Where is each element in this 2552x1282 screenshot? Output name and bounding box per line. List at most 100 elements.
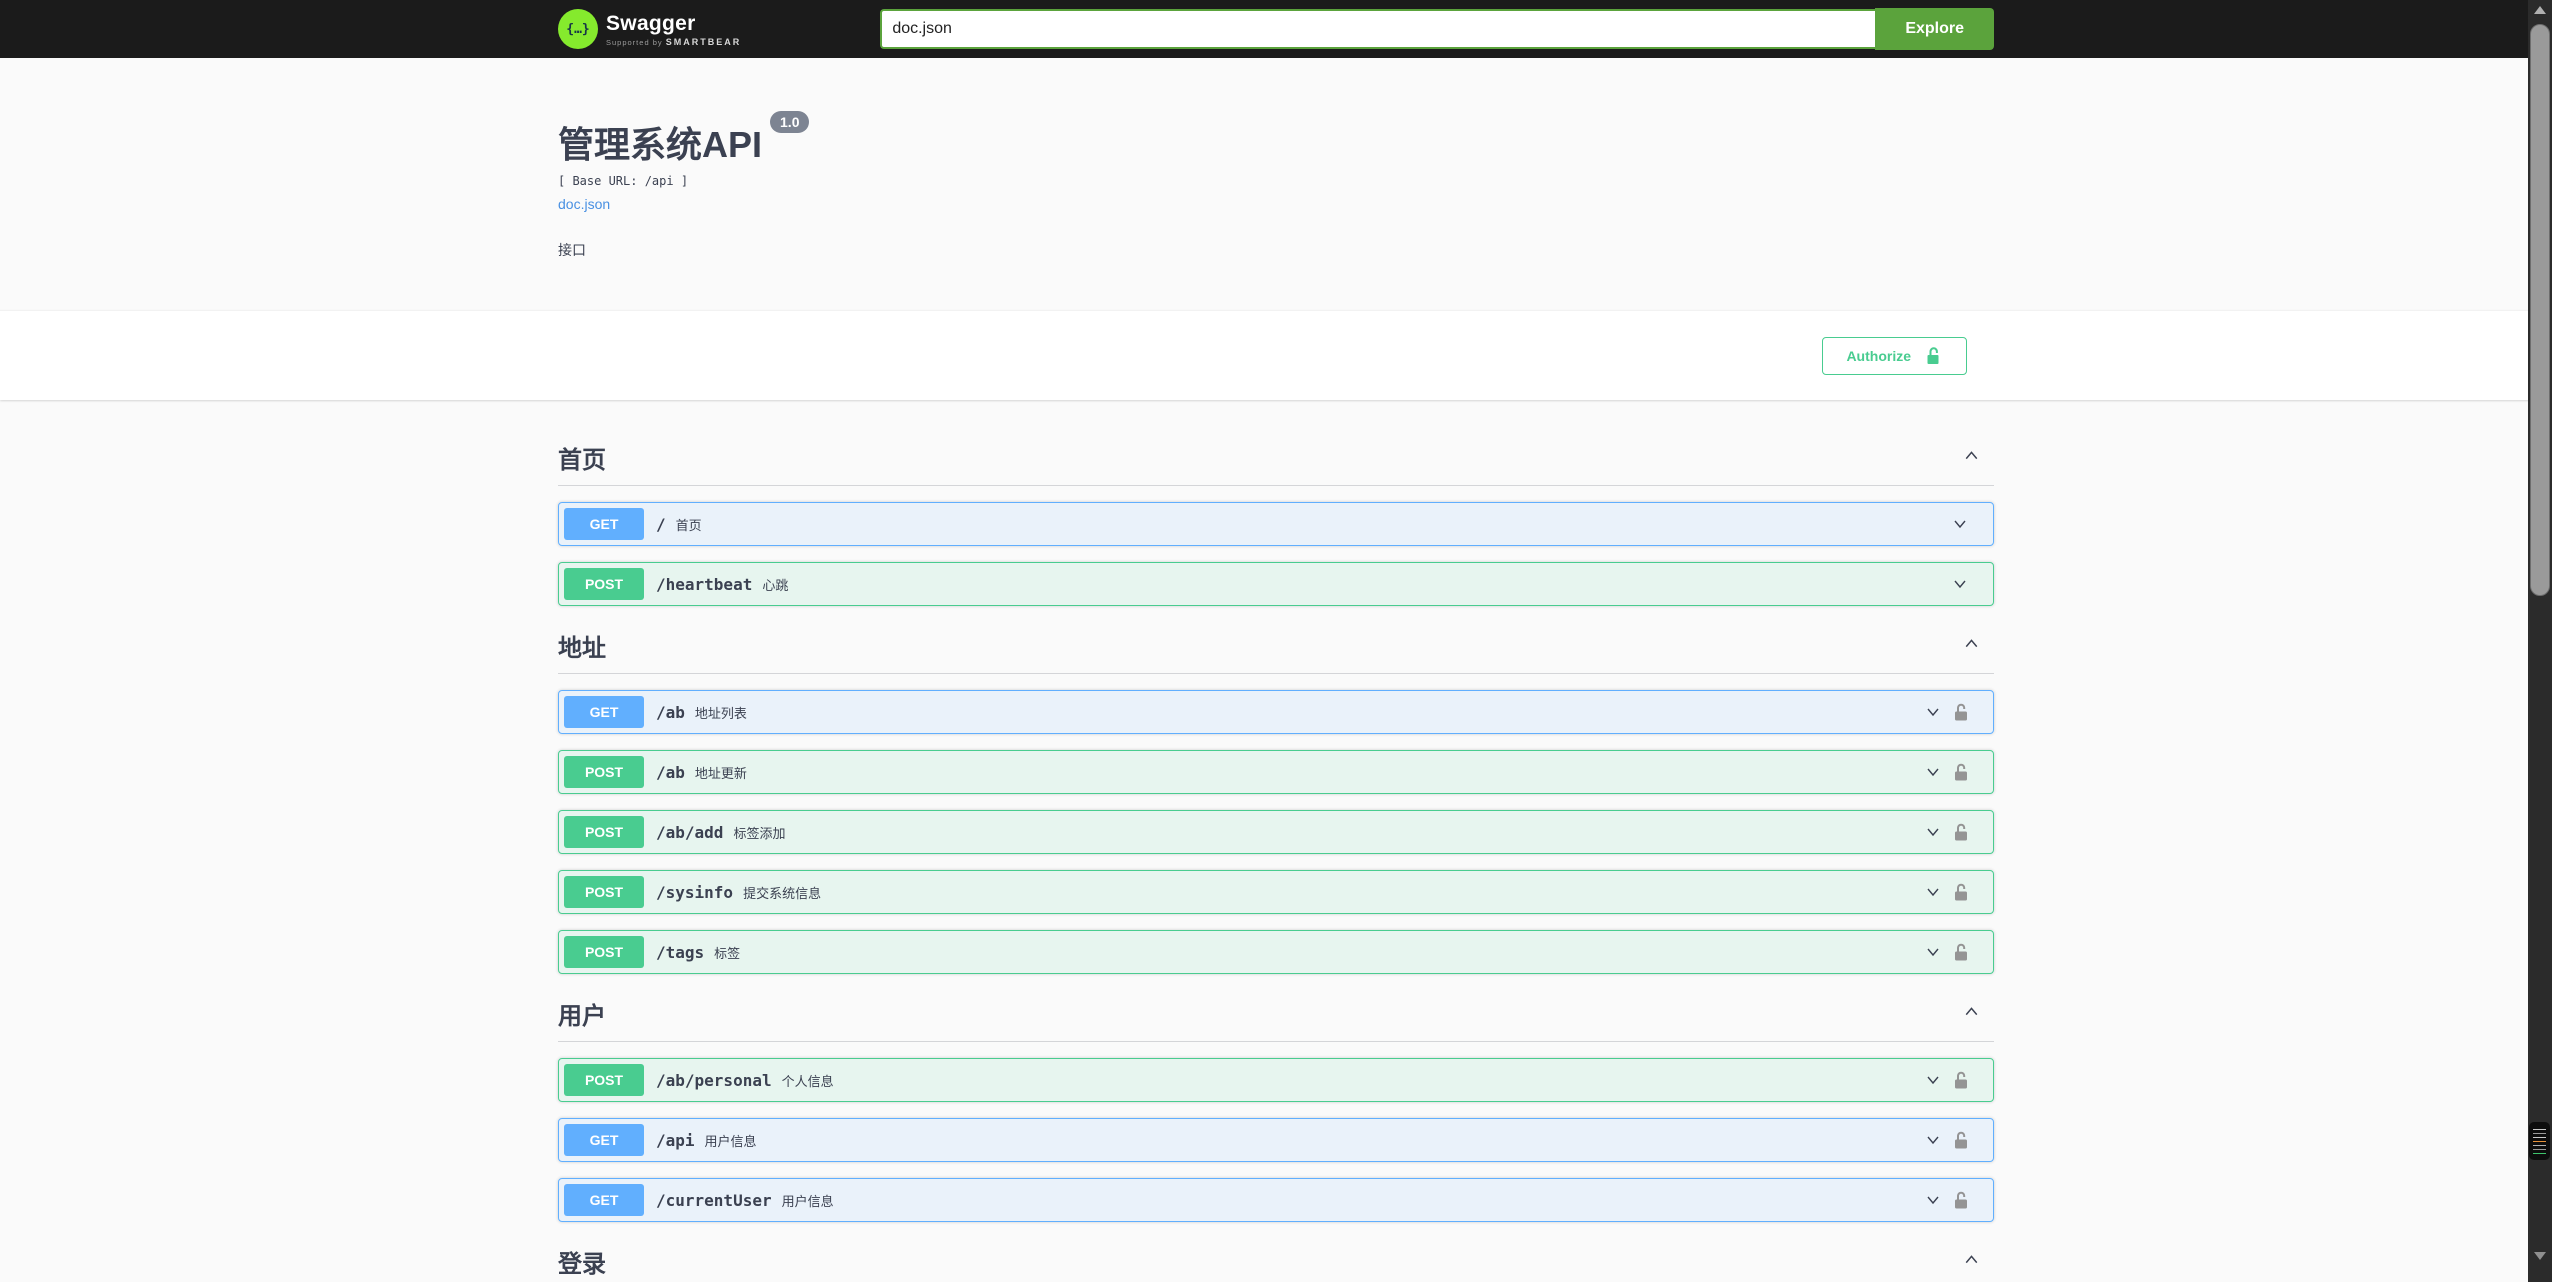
spec-url-form: Explore xyxy=(880,8,1994,50)
endpoint-row: GET /ab 地址列表 xyxy=(558,690,1994,734)
lock-button[interactable] xyxy=(1952,1130,1970,1150)
endpoint-summary: 心跳 xyxy=(762,577,789,593)
endpoint-path: /api xyxy=(656,1130,695,1150)
brand-subtitle: Supported by SMARTBEAR xyxy=(606,36,742,47)
scroll-up-arrow-icon[interactable] xyxy=(2534,6,2546,14)
explore-button[interactable]: Explore xyxy=(1875,8,1994,50)
unlock-icon xyxy=(1923,346,1943,366)
section-endpoints: GET / 首页 POST /heartbeat 心跳 xyxy=(558,502,1994,606)
section-endpoints: GET /ab 地址列表 POST /ab 地址更新 POST /ab/add … xyxy=(558,690,1994,974)
page-title: 管理系统API1.0 xyxy=(558,111,1994,168)
lock-button[interactable] xyxy=(1952,1190,1970,1210)
endpoint-summary-bar[interactable]: GET /ab 地址列表 xyxy=(559,691,1993,733)
endpoint-path: / xyxy=(656,514,666,534)
chevron-down-icon[interactable] xyxy=(1923,822,1943,842)
method-badge: POST xyxy=(564,936,644,968)
api-section: 用户 POST /ab/personal 个人信息 GET /api 用户信息 … xyxy=(558,996,1994,1222)
unlock-icon xyxy=(1955,823,1967,841)
endpoint-path: /heartbeat xyxy=(656,574,753,594)
unlock-icon xyxy=(1955,703,1967,721)
scheme-container: Authorize xyxy=(0,310,2552,400)
spec-url-input[interactable] xyxy=(880,9,1876,49)
endpoint-summary: 用户信息 xyxy=(781,1193,834,1209)
method-badge: POST xyxy=(564,756,644,788)
endpoint-summary-bar[interactable]: GET /api 用户信息 xyxy=(559,1119,1993,1161)
section-header[interactable]: 首页 xyxy=(558,440,1994,486)
endpoint-summary-bar[interactable]: GET / 首页 xyxy=(559,503,1993,545)
chevron-down-icon[interactable] xyxy=(1923,1190,1943,1210)
endpoint-path: /ab/personal xyxy=(656,1070,772,1090)
section-header[interactable]: 用户 xyxy=(558,996,1994,1042)
endpoint-path: /sysinfo xyxy=(656,882,734,902)
chevron-down-icon[interactable] xyxy=(1950,514,1970,534)
chevron-down-icon[interactable] xyxy=(1950,574,1970,594)
chevron-up-icon[interactable] xyxy=(1961,445,1982,471)
endpoint-path: /ab xyxy=(656,762,685,782)
chevron-up-icon[interactable] xyxy=(1961,1249,1982,1275)
endpoint-row: GET / 首页 xyxy=(558,502,1994,546)
lock-button[interactable] xyxy=(1952,1070,1970,1090)
section-header[interactable]: 地址 xyxy=(558,628,1994,674)
scrollbar-track[interactable] xyxy=(2528,0,2552,1282)
endpoint-row: POST /ab 地址更新 xyxy=(558,750,1994,794)
lock-button[interactable] xyxy=(1952,702,1970,722)
authorize-label: Authorize xyxy=(1846,347,1911,364)
endpoint-row: GET /api 用户信息 xyxy=(558,1118,1994,1162)
endpoint-row: POST /sysinfo 提交系统信息 xyxy=(558,870,1994,914)
info-section: 管理系统API1.0 [ Base URL: /api ] doc.json 接… xyxy=(0,58,2552,310)
chevron-down-icon[interactable] xyxy=(1923,1070,1943,1090)
chevron-down-icon[interactable] xyxy=(1923,882,1943,902)
chevron-down-icon[interactable] xyxy=(1923,942,1943,962)
operations: 首页 GET / 首页 POST /heartbeat 心跳 地址 GET /a… xyxy=(546,400,2006,1282)
chevron-up-icon[interactable] xyxy=(1961,633,1982,659)
lock-button[interactable] xyxy=(1952,762,1970,782)
section-endpoints: POST /ab/personal 个人信息 GET /api 用户信息 GET… xyxy=(558,1058,1994,1222)
unlock-icon xyxy=(1955,943,1967,961)
method-badge: POST xyxy=(564,568,644,600)
lock-button[interactable] xyxy=(1952,942,1970,962)
scroll-down-arrow-icon[interactable] xyxy=(2534,1252,2546,1260)
endpoint-summary-bar[interactable]: POST /ab 地址更新 xyxy=(559,751,1993,793)
section-header[interactable]: 登录 xyxy=(558,1244,1994,1282)
api-description: 接口 xyxy=(558,242,586,258)
endpoint-summary: 标签添加 xyxy=(733,825,786,841)
endpoint-summary-bar[interactable]: POST /ab/add 标签添加 xyxy=(559,811,1993,853)
lock-button[interactable] xyxy=(1952,822,1970,842)
endpoint-summary-bar[interactable]: POST /heartbeat 心跳 xyxy=(559,563,1993,605)
endpoint-summary: 地址更新 xyxy=(694,765,747,781)
endpoint-path: /ab/add xyxy=(656,822,724,842)
spec-link[interactable]: doc.json xyxy=(558,196,610,212)
scrollbar-thumb[interactable] xyxy=(2530,24,2550,596)
swagger-logo[interactable]: {…} Swagger Supported by SMARTBEAR xyxy=(558,9,741,49)
endpoint-row: POST /ab/add 标签添加 xyxy=(558,810,1994,854)
version-badge: 1.0 xyxy=(770,111,810,133)
base-url: [ Base URL: /api ] xyxy=(558,174,689,188)
lock-button[interactable] xyxy=(1952,882,1970,902)
api-section: 首页 GET / 首页 POST /heartbeat 心跳 xyxy=(558,440,1994,606)
scroll-minimap-marker xyxy=(2529,1122,2550,1160)
chevron-up-icon[interactable] xyxy=(1961,1001,1982,1027)
endpoint-row: POST /ab/personal 个人信息 xyxy=(558,1058,1994,1102)
method-badge: POST xyxy=(564,816,644,848)
chevron-down-icon[interactable] xyxy=(1923,1130,1943,1150)
chevron-down-icon[interactable] xyxy=(1923,702,1943,722)
endpoint-row: GET /currentUser 用户信息 xyxy=(558,1178,1994,1222)
method-badge: GET xyxy=(564,1124,644,1156)
endpoint-summary-bar[interactable]: POST /tags 标签 xyxy=(559,931,1993,973)
unlock-icon xyxy=(1955,1131,1967,1149)
endpoint-summary: 用户信息 xyxy=(704,1133,757,1149)
endpoint-summary: 提交系统信息 xyxy=(743,885,822,901)
endpoint-summary: 首页 xyxy=(675,517,702,533)
authorize-button[interactable]: Authorize xyxy=(1822,336,1967,375)
endpoint-summary-bar[interactable]: POST /ab/personal 个人信息 xyxy=(559,1059,1993,1101)
endpoint-row: POST /tags 标签 xyxy=(558,930,1994,974)
section-title: 登录 xyxy=(558,1251,606,1278)
endpoint-summary-bar[interactable]: POST /sysinfo 提交系统信息 xyxy=(559,871,1993,913)
chevron-down-icon[interactable] xyxy=(1923,762,1943,782)
api-section: 地址 GET /ab 地址列表 POST /ab 地址更新 POST /ab/a… xyxy=(558,628,1994,974)
section-title: 用户 xyxy=(558,1003,606,1030)
endpoint-summary-bar[interactable]: GET /currentUser 用户信息 xyxy=(559,1179,1993,1221)
section-title: 首页 xyxy=(558,447,606,474)
endpoint-summary: 个人信息 xyxy=(781,1073,834,1089)
endpoint-path: /ab xyxy=(656,702,685,722)
